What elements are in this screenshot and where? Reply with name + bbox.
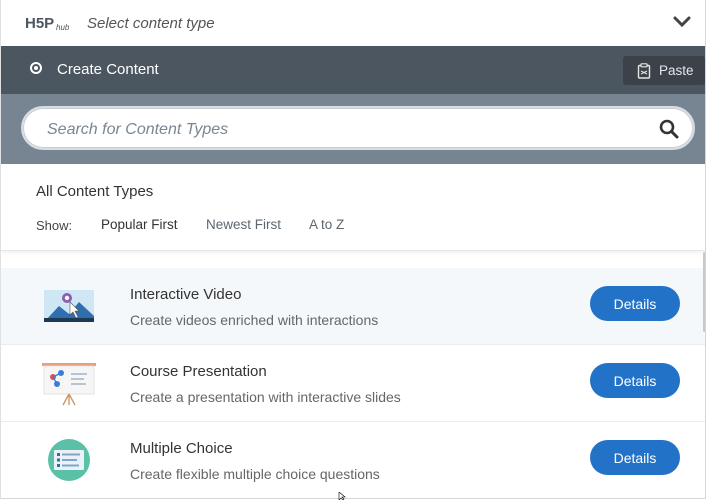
content-type-selector: H5P hub Select content type Create Conte… — [0, 0, 706, 499]
list-item-multiple-choice[interactable]: Multiple Choice Create flexible multiple… — [1, 422, 705, 498]
svg-text:H5P: H5P — [25, 15, 54, 32]
content-types-header: All Content Types Show: Popular First Ne… — [1, 164, 705, 251]
mouse-cursor-icon — [338, 492, 346, 500]
course-presentation-icon — [42, 363, 96, 406]
sort-popular-first[interactable]: Popular First — [101, 217, 178, 232]
item-title: Interactive Video — [130, 286, 242, 303]
item-description: Create a presentation with interactive s… — [130, 389, 401, 405]
item-description: Create videos enriched with interactions — [130, 312, 379, 328]
details-button[interactable]: Details — [590, 363, 680, 398]
h5p-hub-logo: H5P hub — [25, 15, 70, 32]
svg-text:hub: hub — [56, 23, 70, 32]
show-label: Show: — [36, 218, 73, 233]
search-box[interactable] — [21, 106, 695, 150]
create-content-label[interactable]: Create Content — [57, 61, 159, 78]
interactive-video-icon — [44, 290, 94, 322]
content-types-title: All Content Types — [36, 183, 154, 200]
sort-newest-first[interactable]: Newest First — [206, 217, 281, 232]
clipboard-icon — [637, 62, 651, 79]
search-area — [1, 94, 705, 164]
chevron-down-icon[interactable] — [673, 16, 691, 28]
paste-label: Paste — [659, 63, 694, 78]
list-item-interactive-video[interactable]: Interactive Video Create videos enriched… — [1, 268, 705, 345]
create-content-bar: Create Content Paste — [1, 46, 705, 94]
hub-title: Select content type — [87, 15, 215, 32]
paste-button[interactable]: Paste — [623, 56, 705, 85]
sort-a-to-z[interactable]: A to Z — [309, 217, 344, 232]
details-button[interactable]: Details — [590, 440, 680, 475]
create-content-radio[interactable] — [30, 62, 42, 74]
item-title: Course Presentation — [130, 363, 267, 380]
search-input[interactable] — [45, 117, 639, 143]
multiple-choice-icon — [48, 439, 90, 481]
item-description: Create flexible multiple choice question… — [130, 466, 380, 482]
details-button[interactable]: Details — [590, 286, 680, 321]
list-item-course-presentation[interactable]: Course Presentation Create a presentatio… — [1, 345, 705, 422]
search-icon[interactable] — [659, 119, 679, 139]
content-type-list: Interactive Video Create videos enriched… — [1, 268, 705, 498]
item-title: Multiple Choice — [130, 440, 233, 457]
hub-header[interactable]: H5P hub Select content type — [1, 0, 705, 46]
